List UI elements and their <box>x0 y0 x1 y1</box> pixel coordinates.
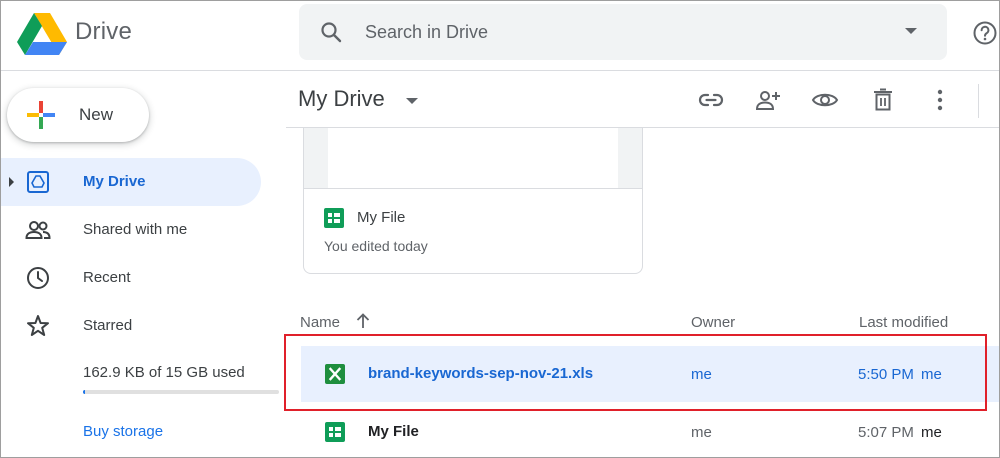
sidebar-item-recent[interactable]: Recent <box>1 254 261 302</box>
drive-logo-icon[interactable] <box>17 13 67 55</box>
my-drive-icon <box>27 171 49 193</box>
file-modified-time: 5:07 PM <box>858 424 914 441</box>
add-person-icon[interactable] <box>754 86 782 114</box>
star-icon <box>27 315 49 336</box>
people-icon <box>25 221 51 239</box>
sidebar-item-my-drive[interactable]: My Drive <box>1 158 261 206</box>
sheets-icon <box>324 208 344 228</box>
sheets-icon <box>325 422 345 442</box>
sidebar-item-shared-with-me[interactable]: Shared with me <box>1 206 261 254</box>
file-modified-time: 5:50 PM <box>858 366 914 383</box>
sidebar-item-label: Starred <box>83 317 133 334</box>
sidebar-item-starred[interactable]: Starred <box>1 302 261 350</box>
card-file-subtitle: You edited today <box>324 238 428 254</box>
file-modified-by: me <box>921 366 942 383</box>
drive-window: Drive New <box>0 0 1000 458</box>
top-bar: Drive <box>1 1 999 71</box>
suggested-file-card[interactable]: My File You edited today <box>303 128 643 274</box>
file-owner: me <box>691 366 712 383</box>
card-file-title: My File <box>357 209 406 226</box>
column-header-last-modified[interactable]: Last modified <box>859 314 948 331</box>
my-drive-title-dropdown[interactable]: My Drive <box>298 84 418 116</box>
new-button-label: New <box>79 105 114 124</box>
file-modified-by: me <box>921 424 942 441</box>
main-content: My Drive My File You edited today Name O… <box>286 72 999 457</box>
toolbar-divider <box>978 84 979 118</box>
storage-progress-fill <box>83 390 85 394</box>
file-owner: me <box>691 424 712 441</box>
file-preview-page <box>328 128 618 188</box>
sort-arrow-up-icon[interactable] <box>354 312 372 330</box>
toolbar: My Drive <box>286 72 999 128</box>
sidebar-item-label: Recent <box>83 269 131 286</box>
storage-usage-text: 162.9 KB of 15 GB used <box>83 364 245 381</box>
file-name: My File <box>368 423 419 440</box>
excel-icon <box>325 364 345 384</box>
column-header-name[interactable]: Name <box>300 314 340 331</box>
app-name: Drive <box>75 18 133 45</box>
search-options-chevron-down-icon[interactable] <box>905 28 917 34</box>
expand-arrow-icon[interactable] <box>9 177 14 187</box>
link-icon[interactable] <box>697 86 725 114</box>
search-icon[interactable] <box>319 20 343 44</box>
search-bar[interactable] <box>299 4 947 60</box>
plus-icon <box>27 101 55 129</box>
file-preview <box>304 128 642 189</box>
table-row[interactable]: brand-keywords-sep-nov-21.xls me 5:50 PM… <box>301 346 999 402</box>
file-list-header: Name Owner Last modified <box>286 308 999 336</box>
file-name: brand-keywords-sep-nov-21.xls <box>368 365 594 382</box>
search-input[interactable] <box>365 18 865 46</box>
page-title: My Drive <box>298 86 385 111</box>
eye-icon[interactable] <box>811 86 839 114</box>
help-icon[interactable] <box>972 20 998 46</box>
sidebar-item-label: My Drive <box>83 173 146 190</box>
sidebar-item-label: Shared with me <box>83 221 188 238</box>
column-header-owner[interactable]: Owner <box>691 314 735 331</box>
chevron-down-icon <box>406 98 418 104</box>
storage-progress-bar <box>83 390 279 394</box>
trash-icon[interactable] <box>869 86 897 114</box>
buy-storage-link[interactable]: Buy storage <box>83 423 163 440</box>
more-vert-icon[interactable] <box>926 86 954 114</box>
new-button[interactable]: New <box>7 88 149 142</box>
clock-icon <box>27 267 49 289</box>
table-row[interactable]: My File me 5:07 PM me <box>301 404 999 457</box>
sidebar: New My Drive Shared with me Recent Starr… <box>1 72 286 457</box>
